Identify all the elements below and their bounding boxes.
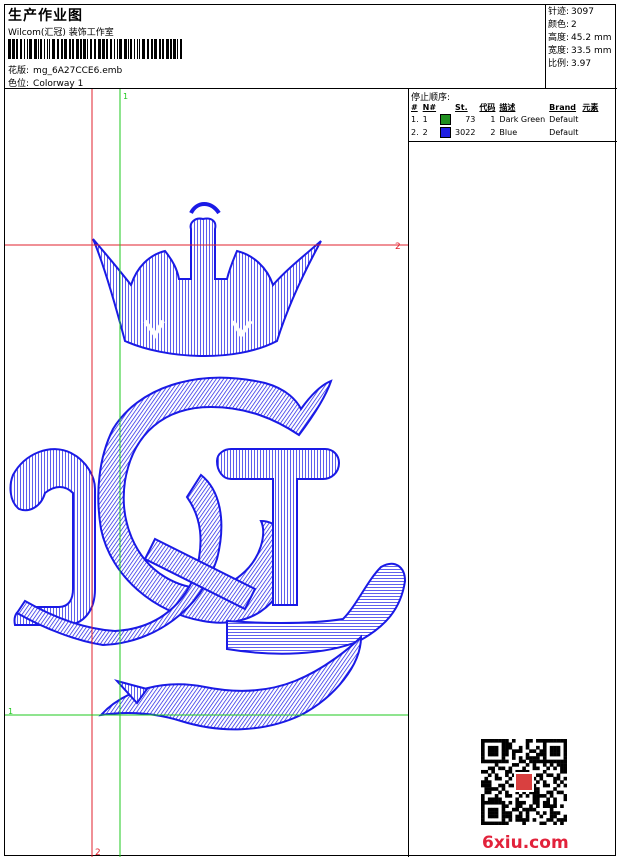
col-header: # <box>411 102 418 112</box>
row-number: 1. <box>411 115 419 124</box>
table-row: 1. 1 73 1 Dark Green Default <box>410 113 601 126</box>
color-swatch-cell <box>439 113 454 126</box>
header-panel: 生产作业图 Wilcom(汇冠) 装饰工作室 花版: mg_6A27CCE6.em… <box>5 5 546 89</box>
qr-code <box>481 739 567 825</box>
row-number: 2. <box>411 128 419 137</box>
stat-scale: 比例: 3.97 <box>548 58 617 71</box>
stat-label: 针迹: <box>548 7 570 17</box>
table-row: 2. 2 3022 2 Blue Default <box>410 126 601 139</box>
color-swatch <box>440 127 452 138</box>
stat-value: 2 <box>571 20 577 30</box>
guide-marker-top: 1 <box>123 92 128 101</box>
stat-value: 33.5 mm <box>571 46 612 56</box>
stop-sequence-panel: 停止顺序: # N# St. 代码 描述 Brand 元素 1. 1 73 1 … <box>409 89 617 142</box>
brand: Default <box>549 128 579 137</box>
guide-marker-right: 2 <box>395 242 401 252</box>
col-header <box>439 101 454 113</box>
design-file-value: mg_6A27CCE6.emb <box>33 66 123 76</box>
stat-width: 宽度: 33.5 mm <box>548 45 617 58</box>
brand: Default <box>549 115 579 124</box>
element <box>581 113 601 126</box>
colorway-line: 色位: Colorway 1 <box>8 76 83 89</box>
watermark-logo: 6xiu.com <box>482 833 569 853</box>
color-swatch-cell <box>439 126 454 139</box>
guide-marker-left: 1 <box>8 707 13 716</box>
stitch-count: 73 <box>465 115 476 124</box>
crown-motif <box>92 202 322 358</box>
stitch-count: 3022 <box>455 128 476 137</box>
stop-sequence-table: # N# St. 代码 描述 Brand 元素 1. 1 73 1 Dark G… <box>410 101 601 139</box>
color-code: 1 <box>490 115 496 124</box>
color-code: 2 <box>490 128 496 137</box>
stat-value: 3.97 <box>571 59 592 69</box>
col-header: St. <box>455 102 468 112</box>
needle-number: 2 <box>422 128 428 137</box>
barcode <box>8 39 182 59</box>
studio-name: Wilcom(汇冠) 装饰工作室 <box>8 28 114 38</box>
stat-label: 颜色: <box>548 20 570 30</box>
col-header: 描述 <box>499 102 516 112</box>
col-header: 元素 <box>582 102 599 112</box>
colorway-value: Colorway 1 <box>33 79 84 89</box>
element <box>581 126 601 139</box>
guide-marker-bottom: 2 <box>95 848 101 857</box>
production-worksheet: 生产作业图 Wilcom(汇冠) 装饰工作室 花版: mg_6A27CCE6.em… <box>4 4 617 857</box>
t-letter-motif <box>143 448 407 655</box>
stat-label: 比例: <box>548 59 570 69</box>
stat-height: 高度: 45.2 mm <box>548 32 617 45</box>
stat-colors: 颜色: 2 <box>548 19 617 32</box>
page-title: 生产作业图 <box>8 8 83 24</box>
colorway-label: 色位: <box>8 79 30 89</box>
design-preview: 1 2 1 2 <box>5 89 409 857</box>
stats-panel: 针迹: 3097 颜色: 2 高度: 45.2 mm 宽度: 33.5 mm 比例: 3.… <box>546 5 617 89</box>
embroidery-canvas: 1 2 1 2 <box>5 89 408 857</box>
col-header: 代码 <box>479 102 496 112</box>
design-file-label: 花版: <box>8 66 30 76</box>
stat-label: 高度: <box>548 33 570 43</box>
stat-value: 3097 <box>571 7 594 17</box>
col-header: N# <box>422 102 437 112</box>
color-swatch <box>440 114 452 125</box>
stat-label: 宽度: <box>548 46 570 56</box>
table-header-row: # N# St. 代码 描述 Brand 元素 <box>410 101 601 113</box>
color-description: Dark Green <box>499 115 546 124</box>
stat-value: 45.2 mm <box>571 33 612 43</box>
stat-stitches: 针迹: 3097 <box>548 6 617 19</box>
color-description: Blue <box>499 128 518 137</box>
col-header: Brand <box>549 102 577 112</box>
design-file-line: 花版: mg_6A27CCE6.emb <box>8 63 122 76</box>
needle-number: 1 <box>422 115 428 124</box>
